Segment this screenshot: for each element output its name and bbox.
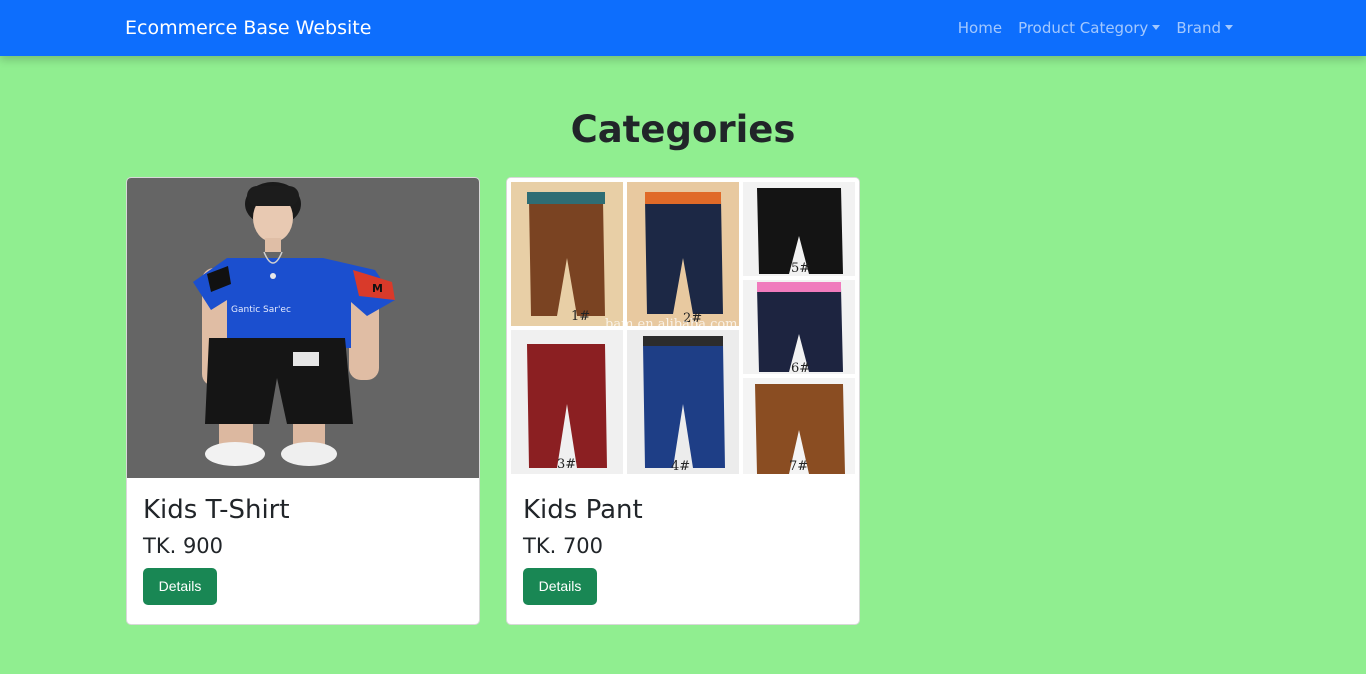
sleeve-print-text: M bbox=[372, 282, 383, 295]
pants-label-3: 3# bbox=[557, 457, 576, 472]
nav-home-link[interactable]: Home bbox=[958, 17, 1002, 39]
nav-product-category-dropdown[interactable]: Product Category bbox=[1018, 17, 1161, 39]
details-button[interactable]: Details bbox=[523, 568, 597, 605]
pants-label-1: 1# bbox=[571, 309, 590, 324]
product-title: Kids Pant bbox=[523, 495, 643, 525]
product-title: Kids T-Shirt bbox=[143, 495, 290, 525]
page-title: Categories bbox=[570, 108, 796, 151]
nav-brand-label: Brand bbox=[1176, 19, 1221, 37]
details-button[interactable]: Details bbox=[143, 568, 217, 605]
nav-home-label: Home bbox=[957, 19, 1003, 37]
shirt-print-text: Gantic Sar'ec bbox=[231, 305, 291, 315]
pants-label-6: 6# bbox=[791, 361, 810, 376]
pants-label-4: 4# bbox=[671, 459, 690, 474]
watermark-text: bam.en.alibaba.com bbox=[605, 317, 738, 332]
product-image-kids-pant[interactable]: 1# 2# 5# 6# 3# 4# 7# bam.en.alibaba.com bbox=[507, 178, 859, 478]
nav-product-category-label: Product Category bbox=[1018, 19, 1149, 37]
nav-links: Home Product Category Brand bbox=[958, 17, 1233, 39]
product-price: TK. 900 bbox=[143, 534, 224, 558]
pants-label-7: 7# bbox=[789, 459, 808, 474]
pants-label-5: 5# bbox=[791, 261, 810, 276]
card-body: Kids Pant TK. 700 Details bbox=[523, 493, 843, 605]
product-image-kids-tshirt[interactable]: M Gantic Sar'ec bbox=[127, 178, 479, 478]
card-body: Kids T-Shirt TK. 900 Details bbox=[143, 493, 463, 605]
product-card-kids-tshirt: M Gantic Sar'ec Kids T-Shirt TK. 900 Det… bbox=[126, 177, 480, 625]
product-card-kids-pant: 1# 2# 5# 6# 3# 4# 7# bam.en.alibaba.com … bbox=[506, 177, 860, 625]
nav-brand-dropdown[interactable]: Brand bbox=[1176, 17, 1233, 39]
caret-down-icon bbox=[1152, 24, 1161, 30]
top-navbar: Ecommerce Base Website Home Product Cate… bbox=[0, 0, 1366, 56]
product-price: TK. 700 bbox=[523, 534, 604, 558]
brand-link[interactable]: Ecommerce Base Website bbox=[125, 16, 371, 40]
caret-down-icon bbox=[1225, 24, 1233, 30]
